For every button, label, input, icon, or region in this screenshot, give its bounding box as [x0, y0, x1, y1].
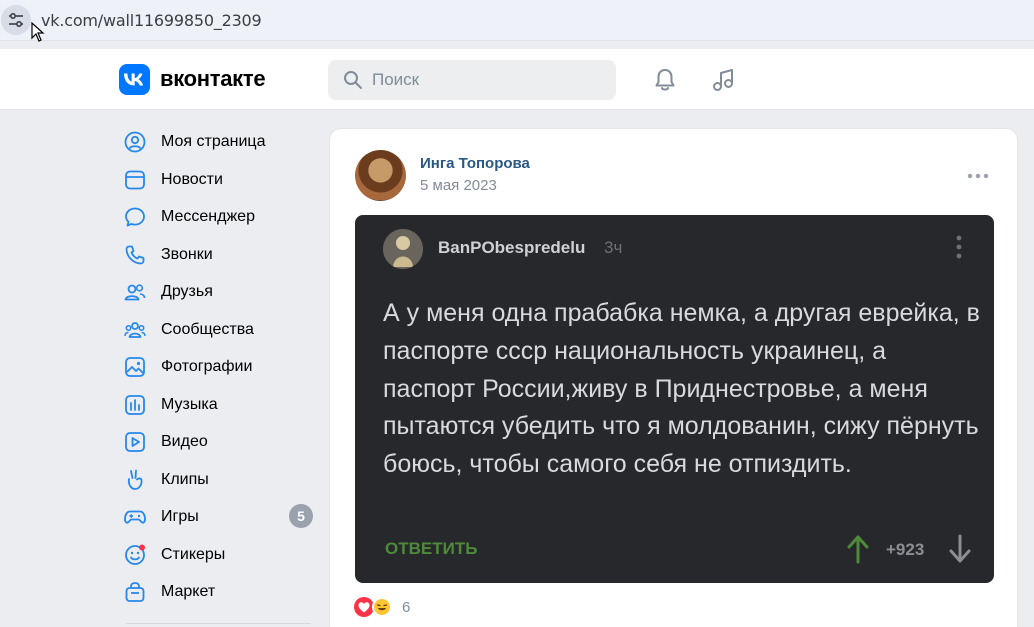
nav-item-clips[interactable]: Клипы [118, 460, 323, 498]
comment-more-icon [956, 235, 962, 259]
nav-label: Звонки [161, 245, 213, 263]
comment-time: 3ч [604, 238, 623, 257]
search-icon [344, 71, 362, 89]
nav-label: Друзья [161, 283, 213, 300]
nav-label: Мессенджер [161, 208, 255, 225]
post-author-name[interactable]: Инга Топорова [420, 155, 530, 172]
site-header: вконтакте [0, 49, 1034, 110]
heart-reaction-icon [354, 597, 374, 617]
nav-item-messenger[interactable]: Мессенджер [118, 197, 323, 235]
upvote-arrow-icon [847, 535, 869, 564]
nav-item-video[interactable]: Видео [118, 422, 323, 460]
comment-user-avatar [383, 229, 423, 269]
nav-item-market[interactable]: Маркет [118, 572, 323, 610]
search-input[interactable] [372, 68, 602, 92]
nav-label: Игры [161, 508, 199, 525]
nav-item-photos[interactable]: Фотографии [118, 347, 323, 385]
laugh-reaction-icon [372, 597, 392, 617]
browser-address-bar: vk.com/wall11699850_2309 [0, 0, 1034, 42]
nav-label: Маркет [161, 583, 216, 600]
photos-icon [125, 357, 145, 377]
nav-label: Новости [161, 170, 223, 188]
phone-icon [125, 245, 145, 264]
brand-wordmark[interactable]: вконтакте [160, 66, 266, 92]
nav-item-my-page[interactable]: Моя страница [118, 122, 323, 160]
vk-logo-icon[interactable] [119, 64, 150, 95]
author-avatar[interactable] [355, 150, 406, 201]
comment-score: +923 [886, 540, 925, 559]
nav-label: Видео [161, 433, 208, 450]
communities-icon [124, 321, 146, 338]
post-image-comment-screenshot[interactable]: BanPObespredelu 3ч А у меня одна прабабк… [355, 215, 994, 583]
nav-item-friends[interactable]: Друзья [118, 272, 323, 310]
nav-item-news[interactable]: Новости [118, 160, 323, 198]
video-icon [125, 432, 145, 452]
news-icon [125, 170, 145, 189]
games-count-badge: 5 [289, 504, 313, 528]
nav-label: Стикеры [161, 545, 226, 563]
profile-icon [124, 131, 146, 153]
nav-label: Фотографии [161, 358, 253, 375]
post-date[interactable]: 5 мая 2023 [420, 177, 497, 194]
nav-item-music[interactable]: Музыка [118, 385, 323, 423]
downvote-arrow-icon [949, 534, 971, 563]
nav-item-communities[interactable]: Сообщества [118, 310, 323, 348]
nav-label: Моя страница [161, 133, 266, 150]
market-icon [125, 582, 145, 602]
nav-item-stickers[interactable]: Стикеры [118, 535, 323, 573]
nav-item-games[interactable]: Игры 5 [118, 497, 323, 535]
tune-icon [9, 13, 23, 27]
clips-icon [127, 469, 143, 490]
nav-label: Музыка [161, 395, 218, 413]
music-player-icon[interactable] [710, 66, 738, 94]
nav-divider [126, 623, 311, 624]
nav-label: Сообщества [161, 320, 254, 338]
url-text[interactable]: vk.com/wall11699850_2309 [41, 11, 262, 30]
post-more-icon[interactable] [967, 172, 989, 180]
site-info-button[interactable] [1, 5, 31, 35]
comment-username: BanPObespredelu [438, 238, 586, 257]
music-icon [125, 394, 145, 415]
comment-reply-label: ОТВЕТИТЬ [385, 539, 478, 558]
nav-item-calls[interactable]: Звонки [118, 235, 323, 273]
games-icon [124, 510, 146, 524]
search-box[interactable] [328, 60, 616, 100]
wall-post: Инга Топорова 5 мая 2023 BanPObespredelu… [329, 128, 1018, 627]
notifications-bell-icon[interactable] [651, 66, 679, 94]
stickers-icon [125, 544, 145, 565]
nav-label: Клипы [161, 470, 209, 488]
messenger-icon [125, 207, 145, 227]
comment-text: А у меня одна прабабка немка, а другая е… [383, 299, 980, 479]
reactions-count: 6 [402, 599, 411, 616]
left-nav: Моя страница Новости Мессенджер Звонки Д… [118, 122, 323, 610]
friends-icon [124, 284, 146, 301]
